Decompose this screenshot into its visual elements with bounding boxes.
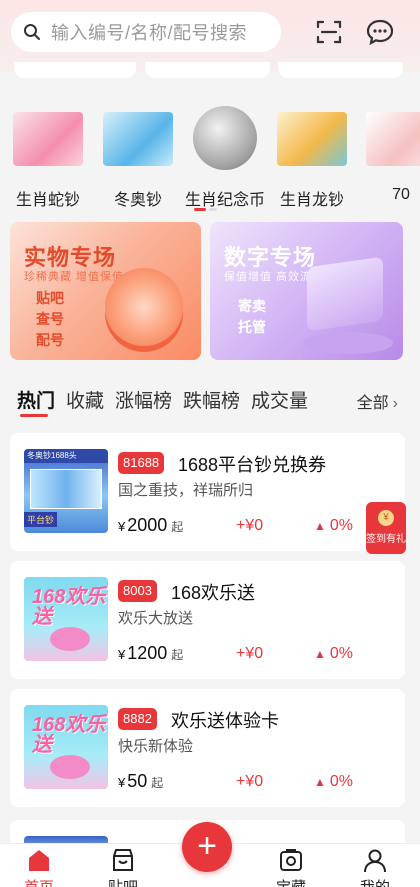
category-item[interactable]: 生肖龙钞 — [267, 104, 357, 210]
tab-active-indicator — [20, 414, 48, 417]
category-thumb — [13, 112, 83, 166]
nav-home[interactable]: 首页 — [9, 846, 69, 887]
tab-all-label: 全部 — [356, 395, 389, 412]
nav-forum[interactable]: 贴吧 — [93, 846, 153, 887]
image-caption: 168欢乐送 — [32, 586, 106, 628]
nav-label: 贴吧 — [93, 879, 153, 887]
tab-hot[interactable]: 热门 — [17, 386, 55, 413]
product-card[interactable]: 冬奥钞1688头 平台钞 81688 1688平台钞兑换券 国之重技，祥瑞所归 … — [10, 433, 405, 551]
product-price: ¥2000 起 — [118, 515, 184, 535]
banner-subtitle: 珍稀典藏 增值保值 — [24, 271, 125, 283]
product-change: +¥0 — [236, 645, 264, 662]
physical-zone-banner[interactable]: 实物专场 珍稀典藏 增值保值 贴吧 查号 配号 — [10, 222, 201, 360]
product-desc: 快乐新体验 — [118, 738, 194, 755]
banner-items: 贴吧 查号 配号 — [36, 288, 64, 351]
ranking-tabs: 热门 收藏 涨幅榜 跌幅榜 成交量 全部 › — [0, 380, 420, 420]
tab-gainers[interactable]: 涨幅榜 — [115, 386, 172, 413]
digital-zone-banner[interactable]: 数字专场 保值增值 高效流通 寄卖 托管 — [210, 222, 403, 360]
scan-icon[interactable] — [314, 17, 344, 47]
category-item[interactable]: 生肖蛇钞 — [3, 104, 93, 210]
banner-item: 贴吧 — [36, 290, 64, 306]
category-label: 冬奥钞 — [113, 192, 162, 209]
user-icon — [364, 849, 386, 873]
category-item[interactable]: 70 — [356, 104, 420, 204]
scrolled-content-edge — [0, 60, 420, 82]
category-thumb — [277, 112, 347, 166]
nav-label: 首页 — [9, 879, 69, 887]
product-percent: ▲ 0% — [314, 773, 354, 790]
product-code-badge: 81688 — [118, 452, 165, 474]
nav-label: 我的 — [345, 879, 405, 887]
tab-all-button[interactable]: 全部 › — [357, 389, 398, 413]
product-desc: 欢乐大放送 — [118, 610, 194, 627]
search-input[interactable]: 输入编号/名称/配号搜索 — [11, 12, 281, 52]
tab-favorites[interactable]: 收藏 — [66, 386, 104, 413]
banner-item: 查号 — [36, 311, 64, 327]
signin-label: 签到有礼 — [366, 534, 406, 545]
product-name: 欢乐送体验卡 — [171, 711, 279, 731]
product-name: 1688平台钞兑换券 — [178, 455, 327, 475]
banner-items: 寄卖 托管 — [238, 296, 266, 338]
nav-treasure[interactable]: 宝藏 — [261, 846, 321, 887]
category-item[interactable]: 生肖纪念币 — [180, 104, 270, 210]
signin-reward-button[interactable]: ¥ 签到有礼 — [366, 502, 406, 554]
carousel-indicator — [194, 208, 217, 211]
chevron-right-icon: › — [392, 395, 398, 412]
product-image: 冬奥钞1688头 平台钞 — [24, 449, 108, 533]
coin-icon: ¥ — [378, 510, 394, 526]
search-icon — [24, 24, 40, 40]
product-image: 168欢乐送 — [24, 577, 108, 661]
category-label: 生肖龙钞 — [279, 192, 344, 209]
nav-label: 宝藏 — [261, 879, 321, 887]
coin-decoration-icon — [105, 268, 183, 346]
category-label: 70 — [392, 186, 410, 203]
banner-item: 托管 — [238, 319, 266, 335]
arrow-up-icon: ▲ — [314, 519, 326, 533]
screen-decoration-icon — [307, 256, 383, 332]
category-label: 生肖纪念币 — [184, 192, 265, 209]
product-code-badge: 8882 — [118, 708, 157, 730]
search-placeholder: 输入编号/名称/配号搜索 — [51, 23, 248, 43]
product-change: +¥0 — [236, 773, 264, 790]
product-code-badge: 8003 — [118, 580, 157, 602]
category-item[interactable]: 冬奥钞 — [93, 104, 183, 210]
arrow-up-icon: ▲ — [314, 775, 326, 789]
shop-icon — [113, 849, 133, 871]
home-icon — [29, 850, 49, 871]
product-name: 168欢乐送 — [171, 583, 256, 603]
product-price: ¥50 起 — [118, 771, 164, 791]
product-card[interactable]: 168欢乐送 8882 欢乐送体验卡 快乐新体验 ¥50 起 +¥0 ▲ 0% — [10, 689, 405, 807]
product-price: ¥1200 起 — [118, 643, 184, 663]
category-thumb — [193, 106, 257, 170]
treasure-icon — [280, 849, 302, 871]
banner-item: 寄卖 — [238, 298, 266, 314]
image-caption: 168欢乐送 — [32, 714, 106, 756]
product-image: 168欢乐送 — [24, 705, 108, 789]
tab-losers[interactable]: 跌幅榜 — [183, 386, 240, 413]
add-button[interactable]: + — [182, 822, 232, 872]
banner-item: 配号 — [36, 332, 64, 348]
pedestal-decoration-icon — [303, 332, 393, 354]
product-card[interactable]: 168欢乐送 8003 168欢乐送 欢乐大放送 ¥1200 起 +¥0 ▲ 0% — [10, 561, 405, 679]
message-icon[interactable] — [365, 17, 395, 47]
nav-profile[interactable]: 我的 — [345, 846, 405, 887]
category-thumb — [366, 112, 420, 166]
tab-volume[interactable]: 成交量 — [251, 386, 308, 413]
arrow-up-icon: ▲ — [314, 647, 326, 661]
image-badge: 平台钞 — [24, 512, 58, 527]
product-percent: ▲ 0% — [314, 517, 354, 534]
product-percent: ▲ 0% — [314, 645, 354, 662]
category-carousel[interactable]: 生肖蛇钞 冬奥钞 生肖纪念币 生肖龙钞 70 — [0, 104, 420, 216]
category-label: 生肖蛇钞 — [15, 192, 80, 209]
product-change: +¥0 — [236, 517, 264, 534]
image-caption: 冬奥钞1688头 — [24, 449, 108, 463]
product-desc: 国之重技，祥瑞所归 — [118, 482, 254, 499]
category-thumb — [103, 112, 173, 166]
